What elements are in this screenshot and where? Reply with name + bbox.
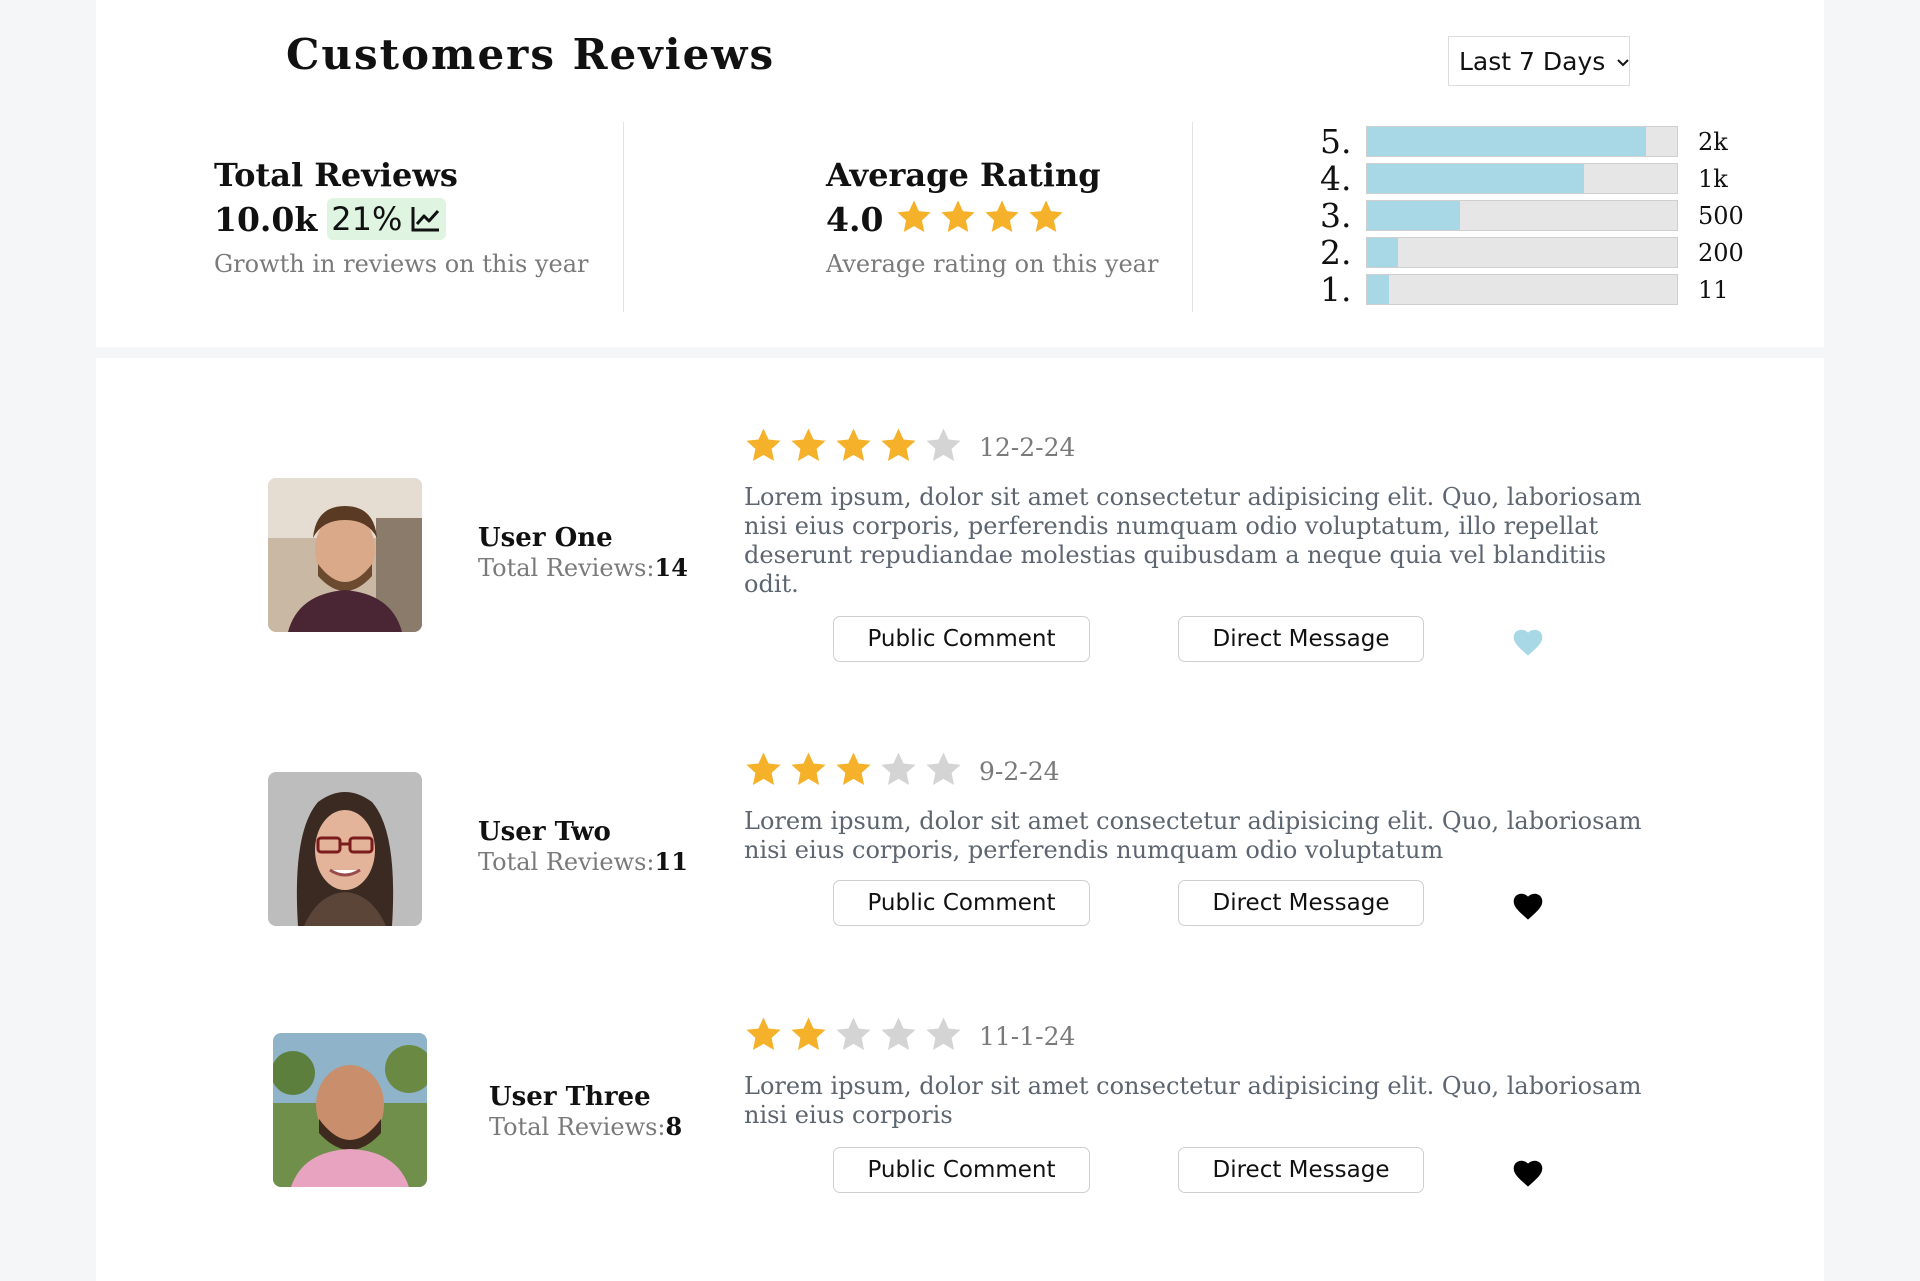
rating-bar-label: 3.: [1320, 196, 1352, 235]
review-date: 11-1-24: [979, 1022, 1076, 1051]
rating-bar-row: 2. 200: [1320, 233, 1744, 272]
growth-badge: 21%: [327, 198, 447, 240]
star-filled-icon: [789, 426, 828, 469]
review-text: Lorem ipsum, dolor sit amet consectetur …: [744, 483, 1642, 598]
average-rating-value: 4.0: [826, 199, 884, 239]
rating-bar-count: 200: [1698, 238, 1744, 267]
like-heart-icon[interactable]: [1511, 1158, 1545, 1192]
user-total-reviews: Total Reviews:8: [489, 1112, 683, 1141]
chevron-down-icon: [1617, 52, 1629, 71]
period-select-value: Last 7 Days: [1459, 46, 1606, 76]
rating-bar-fill: [1367, 238, 1398, 267]
like-heart-icon[interactable]: [1511, 627, 1545, 661]
rating-bar-fill: [1367, 275, 1389, 304]
total-reviews-title: Total Reviews: [214, 156, 458, 194]
growth-percent: 21%: [331, 200, 403, 238]
rating-bar-label: 4.: [1320, 159, 1352, 198]
star-filled-icon: [834, 426, 873, 469]
avatar: [268, 478, 422, 632]
review-stars: [744, 750, 969, 793]
public-comment-button[interactable]: Public Comment: [833, 1147, 1090, 1193]
review-stars: [744, 426, 969, 469]
star-filled-icon: [939, 198, 977, 240]
rating-bar-label: 1.: [1320, 270, 1352, 309]
star-filled-icon: [789, 1015, 828, 1058]
rating-bar-row: 4. 1k: [1320, 159, 1744, 198]
rating-bar-label: 2.: [1320, 233, 1352, 272]
star-filled-icon: [744, 426, 783, 469]
average-rating-subtitle: Average rating on this year: [826, 250, 1159, 278]
user-total-reviews-count: 8: [665, 1112, 683, 1141]
review-rating: 11-1-24: [744, 1015, 1075, 1058]
star-empty-icon: [834, 1015, 873, 1058]
user-name: User Three: [489, 1082, 651, 1112]
rating-bar-track: [1366, 274, 1678, 305]
rating-bar-track: [1366, 200, 1678, 231]
rating-bar-track: [1366, 163, 1678, 194]
user-total-reviews: Total Reviews:14: [478, 553, 688, 582]
rating-bar-fill: [1367, 201, 1460, 230]
review-rating: 12-2-24: [744, 426, 1075, 469]
rating-distribution: 5. 2k 4. 1k 3. 500 2. 200 1. 11: [1320, 122, 1744, 309]
star-empty-icon: [924, 1015, 963, 1058]
like-heart-icon[interactable]: [1511, 891, 1545, 925]
public-comment-button[interactable]: Public Comment: [833, 616, 1090, 662]
avatar: [273, 1033, 427, 1187]
star-empty-icon: [924, 426, 963, 469]
direct-message-button[interactable]: Direct Message: [1178, 616, 1424, 662]
user-total-reviews: Total Reviews:11: [478, 847, 688, 876]
review-date: 9-2-24: [979, 757, 1060, 786]
star-empty-icon: [924, 750, 963, 793]
star-filled-icon: [744, 1015, 783, 1058]
review-date: 12-2-24: [979, 433, 1076, 462]
average-rating-stars: [895, 198, 1071, 240]
review-text: Lorem ipsum, dolor sit amet consectetur …: [744, 1072, 1642, 1129]
rating-bar-label: 5.: [1320, 122, 1352, 161]
average-rating-card: Average Rating 4.0 Average rating on thi…: [826, 156, 1158, 278]
user-name: User Two: [478, 817, 611, 847]
star-filled-icon: [895, 198, 933, 240]
review-stars: [744, 1015, 969, 1058]
star-filled-icon: [1027, 198, 1065, 240]
rating-bar-count: 2k: [1698, 127, 1728, 156]
rating-bar-track: [1366, 126, 1678, 157]
rating-bar-row: 5. 2k: [1320, 122, 1744, 161]
rating-bar-row: 3. 500: [1320, 196, 1744, 235]
rating-bar-row: 1. 11: [1320, 270, 1744, 309]
divider: [623, 122, 624, 312]
star-empty-icon: [879, 750, 918, 793]
page-title: Customers Reviews: [286, 30, 776, 79]
rating-bar-fill: [1367, 164, 1584, 193]
user-total-reviews-count: 14: [654, 553, 688, 582]
user-total-reviews-count: 11: [654, 847, 688, 876]
reviews-panel: User One Total Reviews:14 12-2-24 Lorem …: [96, 358, 1824, 1281]
divider: [1192, 122, 1193, 312]
average-rating-title: Average Rating: [826, 156, 1101, 194]
rating-bar-count: 1k: [1698, 164, 1728, 193]
rating-bar-count: 11: [1698, 275, 1729, 304]
star-filled-icon: [789, 750, 828, 793]
avatar: [268, 772, 422, 926]
star-filled-icon: [879, 426, 918, 469]
direct-message-button[interactable]: Direct Message: [1178, 880, 1424, 926]
review-text: Lorem ipsum, dolor sit amet consectetur …: [744, 807, 1642, 864]
user-name: User One: [478, 523, 613, 553]
total-reviews-subtitle: Growth in reviews on this year: [214, 250, 589, 278]
period-select[interactable]: Last 7 Days: [1448, 36, 1630, 86]
star-filled-icon: [834, 750, 873, 793]
total-reviews-card: Total Reviews 10.0k 21% Growth in review…: [214, 156, 589, 278]
star-filled-icon: [983, 198, 1021, 240]
star-empty-icon: [879, 1015, 918, 1058]
rating-bar-track: [1366, 237, 1678, 268]
rating-bar-count: 500: [1698, 201, 1744, 230]
direct-message-button[interactable]: Direct Message: [1178, 1147, 1424, 1193]
review-rating: 9-2-24: [744, 750, 1060, 793]
trend-up-icon: [411, 207, 440, 232]
public-comment-button[interactable]: Public Comment: [833, 880, 1090, 926]
star-filled-icon: [744, 750, 783, 793]
total-reviews-value: 10.0k: [214, 199, 318, 239]
rating-bar-fill: [1367, 127, 1646, 156]
summary-panel: Customers Reviews Last 7 Days Total Revi…: [96, 0, 1824, 347]
